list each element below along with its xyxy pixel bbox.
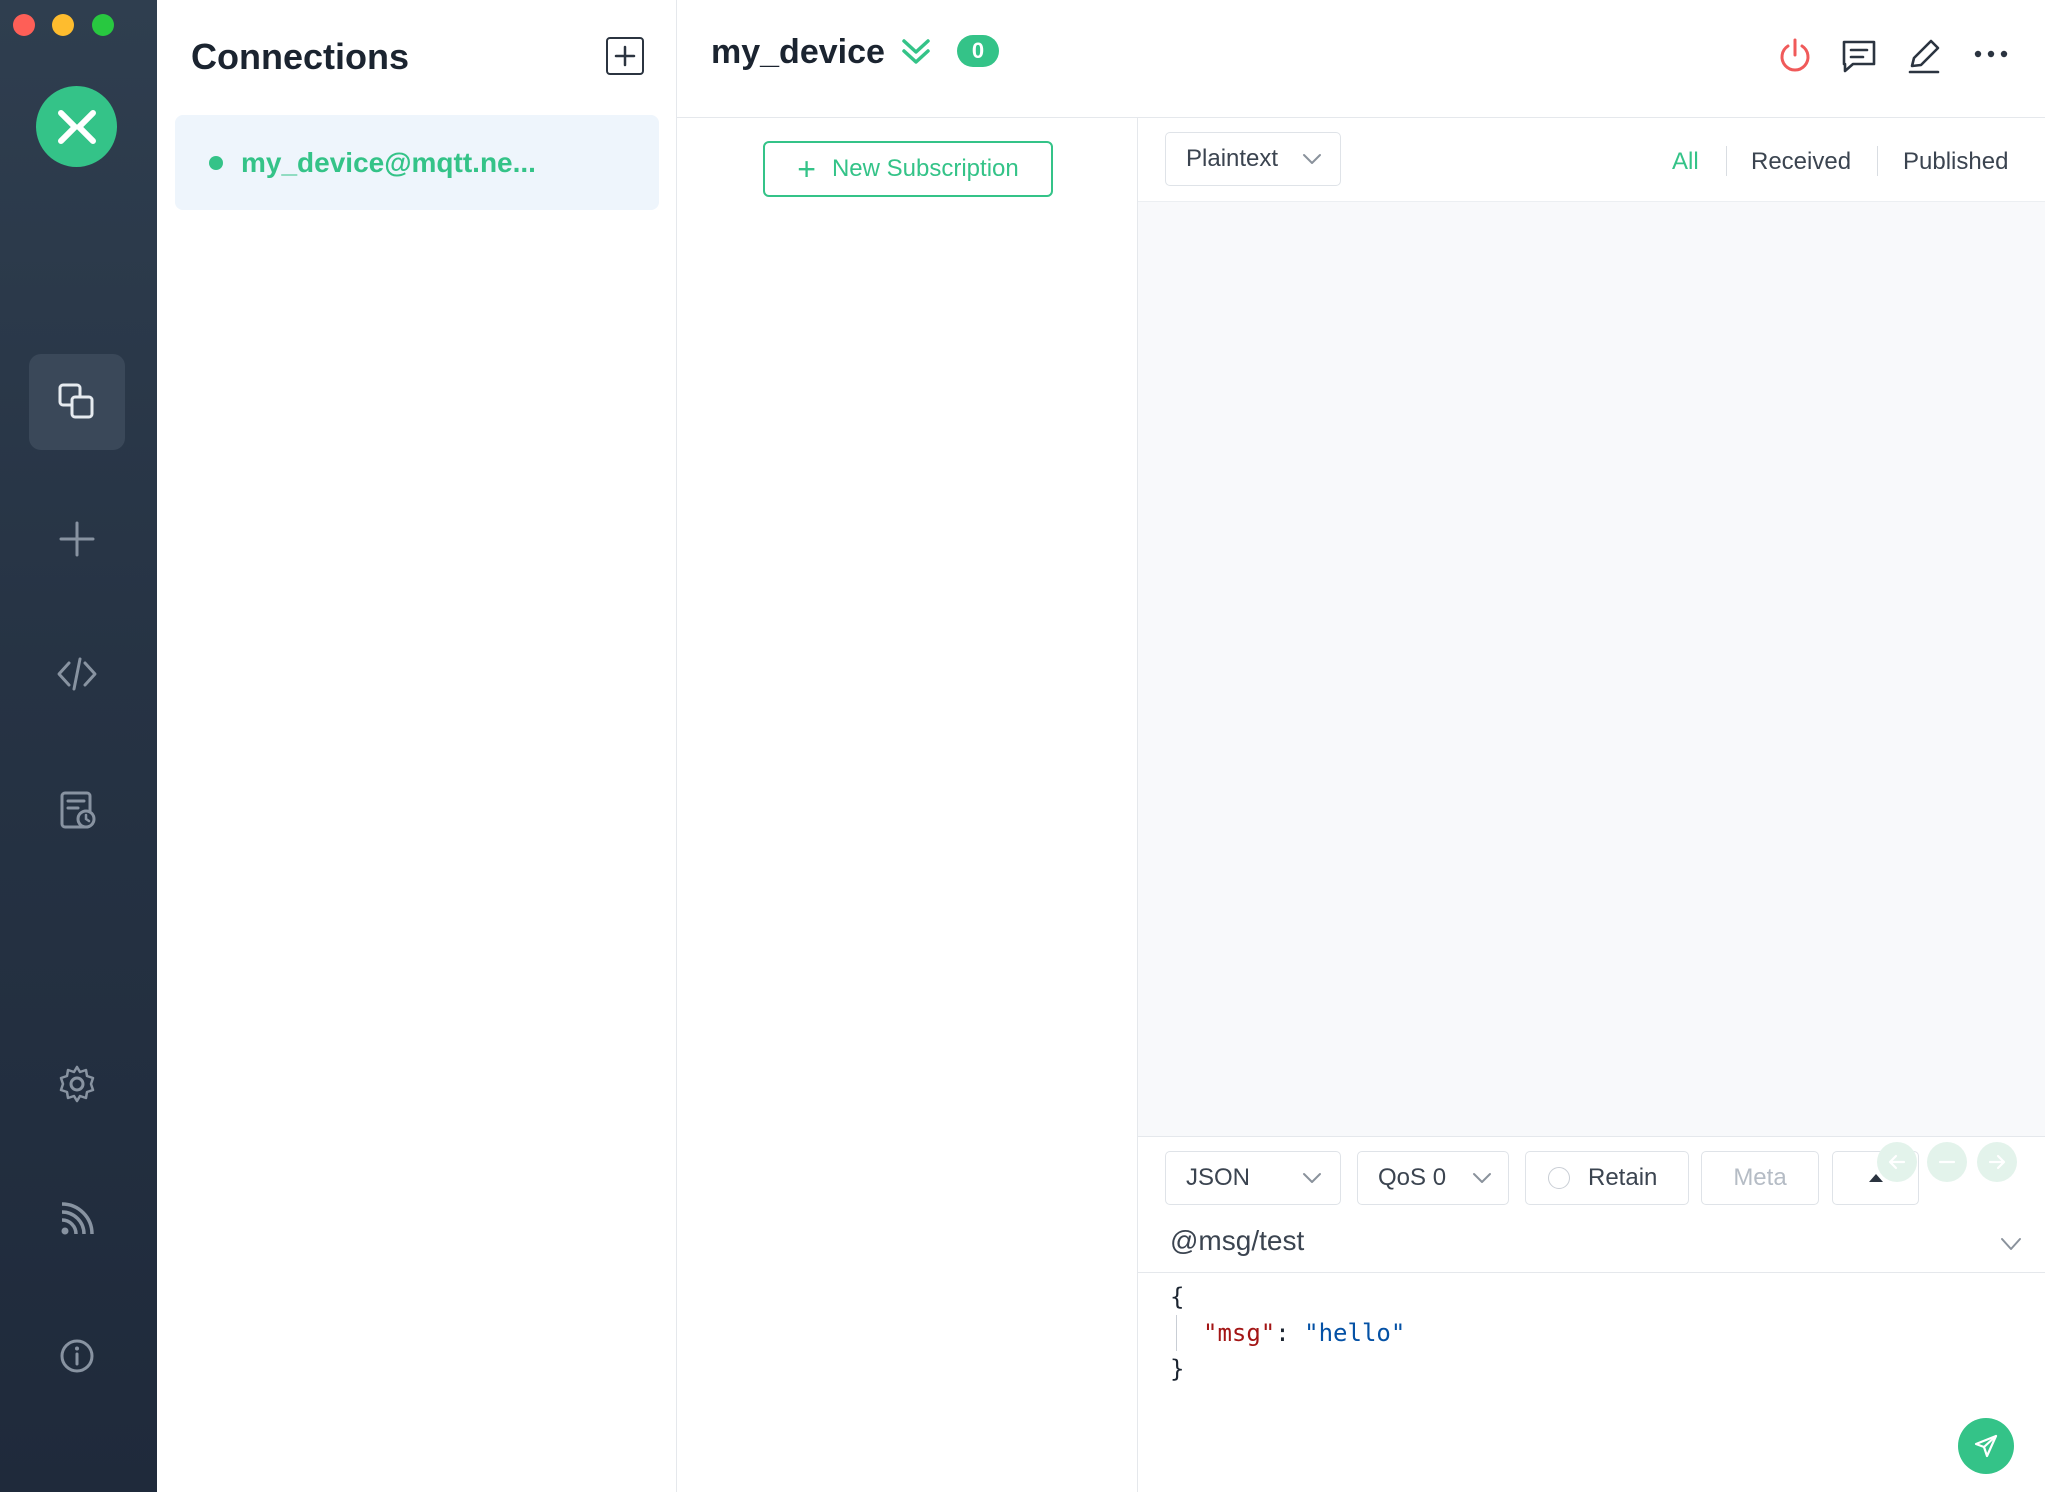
topic-input[interactable]: @msg/test: [1170, 1225, 1304, 1257]
rss-icon: [61, 1202, 94, 1235]
retain-radio: [1548, 1167, 1570, 1189]
send-icon: [1974, 1434, 1998, 1458]
app-sidebar: [0, 0, 157, 1492]
meta-label: Meta: [1733, 1164, 1787, 1191]
retain-label: Retain: [1588, 1164, 1658, 1191]
payload-editor[interactable]: { "msg": "hello" }: [1170, 1279, 1405, 1387]
connection-item[interactable]: my_device@mqtt.ne...: [175, 115, 659, 210]
filter-received[interactable]: Received: [1751, 148, 1851, 176]
double-chevron-down-icon[interactable]: [899, 34, 933, 68]
payload-colon: :: [1275, 1319, 1305, 1347]
code-icon: [57, 657, 97, 691]
topic-divider: [1138, 1272, 2045, 1273]
connections-panel: Connections my_device@mqtt.ne...: [157, 0, 677, 1492]
history-forward-button[interactable]: [1977, 1142, 2017, 1182]
messages-toolbar: Plaintext All Received Published: [1138, 118, 2045, 202]
connection-name: my_device@mqtt.ne...: [241, 146, 536, 178]
window-zoom-button[interactable]: [92, 14, 114, 36]
subscriptions-column: + New Subscription: [677, 118, 1138, 1492]
messages-area: Plaintext All Received Published: [1138, 118, 2045, 1136]
history-clear-button[interactable]: [1927, 1142, 1967, 1182]
payload-line: }: [1170, 1355, 1185, 1383]
sidebar-item-new-connection[interactable]: [29, 491, 125, 587]
info-icon: [60, 1339, 94, 1373]
filter-separator: [1877, 146, 1878, 176]
publish-panel: JSON QoS 0 Retain Meta @msg/test { "msg"…: [1138, 1136, 2045, 1492]
new-subscription-button[interactable]: + New Subscription: [763, 141, 1053, 197]
log-icon: [60, 791, 96, 829]
filter-all[interactable]: All: [1672, 148, 1699, 176]
connections-title: Connections: [191, 36, 410, 77]
message-format-value: Plaintext: [1186, 145, 1279, 172]
sidebar-item-about[interactable]: [29, 1308, 125, 1404]
message-icon[interactable]: [1839, 36, 1879, 76]
plus-icon: +: [797, 151, 816, 187]
meta-button[interactable]: Meta: [1701, 1151, 1819, 1205]
unread-count-badge: 0: [957, 35, 999, 67]
copy-icon: [58, 383, 94, 419]
payload-format-value: JSON: [1186, 1164, 1251, 1191]
sidebar-item-log[interactable]: [29, 762, 125, 858]
power-icon[interactable]: [1775, 36, 1815, 76]
payload-format-select[interactable]: JSON: [1165, 1151, 1341, 1205]
plus-icon: [614, 45, 636, 67]
gear-icon: [59, 1065, 95, 1103]
payload-value: "hello": [1304, 1319, 1406, 1347]
payload-line: {: [1170, 1283, 1185, 1311]
qos-value: QoS 0: [1378, 1164, 1447, 1191]
filter-separator: [1726, 146, 1727, 176]
new-subscription-label: New Subscription: [831, 155, 1019, 182]
chevron-down-icon: [1473, 1173, 1491, 1183]
window-minimize-button[interactable]: [52, 14, 74, 36]
more-icon[interactable]: [1971, 36, 2011, 76]
qos-select[interactable]: QoS 0: [1357, 1151, 1509, 1205]
chevron-down-icon: [1303, 154, 1321, 164]
connection-header: my_device 0: [677, 0, 2045, 118]
sidebar-item-settings[interactable]: [29, 1036, 125, 1132]
edit-icon[interactable]: [1904, 36, 1944, 76]
chevron-down-icon[interactable]: [1997, 1230, 2025, 1258]
retain-toggle[interactable]: Retain: [1525, 1151, 1689, 1205]
payload-key: "msg": [1203, 1319, 1276, 1347]
arrow-right-icon: [1988, 1154, 2006, 1170]
minus-icon: [1938, 1160, 1956, 1164]
connection-status-dot: [209, 155, 223, 170]
add-connection-button[interactable]: [606, 37, 644, 75]
sidebar-item-subscribe[interactable]: [29, 1171, 125, 1267]
mqttx-logo-icon: [57, 109, 96, 144]
app-logo: [36, 86, 117, 167]
history-back-button[interactable]: [1877, 1142, 1917, 1182]
message-format-select[interactable]: Plaintext: [1165, 132, 1341, 186]
sidebar-item-connections[interactable]: [29, 354, 125, 450]
window-close-button[interactable]: [13, 14, 35, 36]
payload-line: "msg": "hello": [1176, 1315, 1405, 1351]
filter-published[interactable]: Published: [1903, 148, 2008, 176]
connection-title: my_device: [711, 33, 885, 71]
plus-icon: [59, 521, 95, 557]
arrow-left-icon: [1888, 1154, 1906, 1170]
send-button[interactable]: [1958, 1418, 2014, 1474]
sidebar-item-script[interactable]: [29, 626, 125, 722]
chevron-down-icon: [1303, 1173, 1321, 1183]
